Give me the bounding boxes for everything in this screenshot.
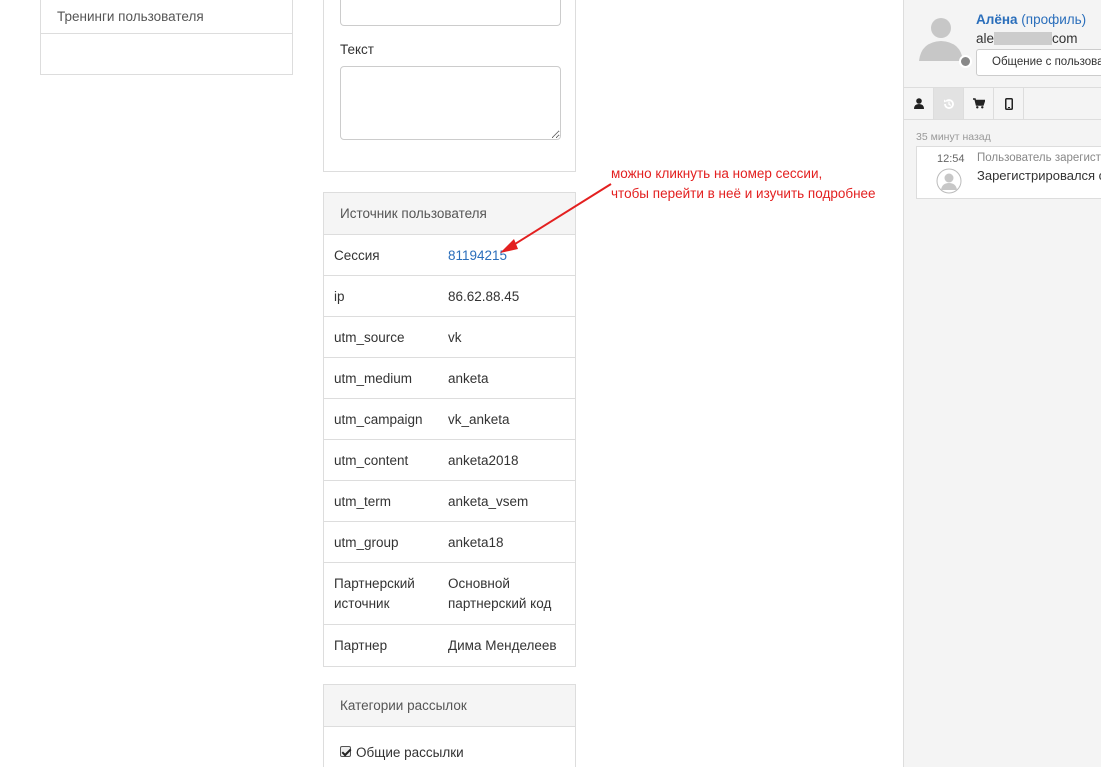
history-icon [943,98,954,109]
event-avatar-icon [936,168,962,194]
source-row: utm_source vk [324,317,575,358]
source-row: utm_campaign vk_anketa [324,399,575,440]
message-form-card: Текст [323,0,576,172]
email-suffix: com [1052,31,1078,46]
source-row: Партнерский источник Основной партнерский… [324,563,575,625]
tab-user[interactable] [904,88,934,119]
mailing-categories-card: Категории рассылок Общие рассылки [323,684,576,767]
tab-mobile[interactable] [994,88,1024,119]
user-email: ale com [976,31,1078,46]
user-name: Алёна (профиль) [976,12,1086,27]
source-row-key: Партнерский источник [334,576,415,611]
source-row: utm_content anketa2018 [324,440,575,481]
text-label: Текст [340,42,374,57]
source-row-value: Основной партнерский код [448,576,552,611]
source-row: Партнер Дима Менделеев [324,625,575,666]
text-textarea[interactable] [340,66,561,140]
tab-history[interactable] [934,88,964,119]
event-text: Зарегистрировался с [977,168,1101,183]
user-sidebar: Алёна (профиль) ale com Общение с пользо… [903,0,1101,767]
email-redacted [994,32,1053,45]
source-row-value: anketa2018 [448,453,519,468]
source-row-value: anketa18 [448,535,504,550]
chat-button-label: Общение с пользователем [992,56,1101,68]
annotation-line-2: чтобы перейти в неё и изучить подробнее [611,186,876,201]
source-row-value: vk_anketa [448,412,510,427]
tab-orders[interactable] [964,88,994,119]
source-row: ip 86.62.88.45 [324,276,575,317]
cart-icon [972,98,985,109]
source-row-value: 86.62.88.45 [448,289,520,304]
left-panel: Тренинги пользователя [40,0,293,75]
source-row-key: utm_source [334,330,405,345]
event-title: Пользователь зарегистрировался [977,152,1101,164]
source-row: utm_medium anketa [324,358,575,399]
source-row-key: utm_campaign [334,412,423,427]
mobile-icon [1004,97,1013,110]
source-row-key: utm_group [334,535,399,550]
source-row-key: Сессия [334,248,380,263]
source-row-key: utm_content [334,453,409,468]
annotation-arrow-icon [500,183,612,253]
user-icon [913,98,924,109]
source-row-value: vk [448,330,462,345]
event-time-ago: 35 минут назад [916,131,991,143]
email-prefix: ale [976,31,995,46]
subject-input[interactable] [340,0,561,26]
source-row-value: anketa_vsem [448,494,529,509]
user-name-link[interactable]: Алёна [976,12,1018,27]
sidebar-tabs [904,87,1101,120]
mailing-card-title: Категории рассылок [324,685,575,727]
general-mailing-checkbox[interactable] [340,746,351,757]
source-row-key: utm_medium [334,371,413,386]
source-row-key: utm_term [334,494,392,509]
event-card[interactable]: 12:54 Пользователь зарегистрировался Зар… [916,146,1101,199]
event-time: 12:54 [937,153,965,165]
source-row-value: anketa [448,371,489,386]
source-row-value: Дима Менделеев [448,638,557,653]
status-dot [959,55,972,68]
chat-with-user-button[interactable]: Общение с пользователем [976,49,1101,76]
mailing-item-general[interactable]: Общие рассылки [324,727,575,760]
source-row: utm_group anketa18 [324,522,575,563]
source-row-key: Партнер [334,638,388,653]
profile-link[interactable]: (профиль) [1021,12,1086,27]
source-row-key: ip [334,289,345,304]
general-mailing-label: Общие рассылки [356,745,464,760]
annotation-line-1: можно кликнуть на номер сессии, [611,166,823,181]
avatar [919,18,963,61]
sidebar-item-trainings[interactable]: Тренинги пользователя [41,0,292,34]
source-row: utm_term anketa_vsem [324,481,575,522]
annotation-note: можно кликнуть на номер сессии, чтобы пе… [611,164,876,204]
